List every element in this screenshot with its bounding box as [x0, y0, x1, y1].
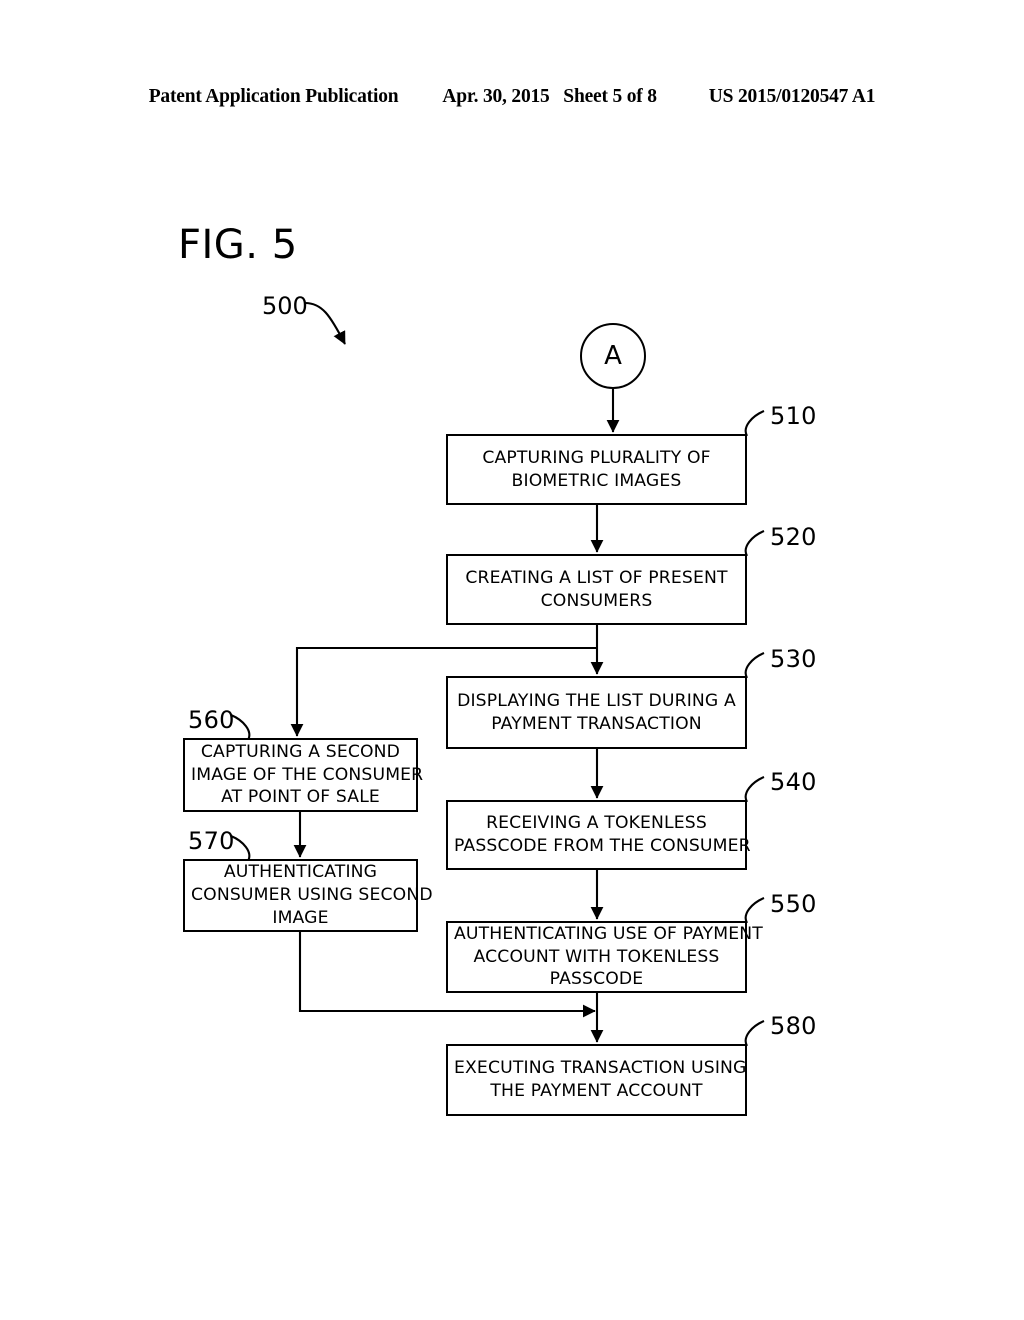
leader-510: [744, 410, 765, 437]
connector-a: A: [580, 323, 646, 389]
reference-numeral-520: 520: [770, 523, 817, 551]
process-box-580-line-2: THE PAYMENT ACCOUNT: [490, 1081, 703, 1101]
process-box-560-line-1: CAPTURING A SECOND: [200, 741, 401, 762]
process-box-560: CAPTURING A SECOND IMAGE OF THE CONSUMER…: [183, 738, 424, 812]
reference-numeral-530: 530: [770, 645, 817, 673]
process-box-540-line-2: PASSCODE FROM THE CONSUMER: [454, 836, 751, 856]
process-box-550-line-3: PASSCODE: [549, 969, 644, 990]
process-box-570: AUTHENTICATING CONSUMER USING SECOND IMA…: [183, 859, 433, 932]
connector-a-label: A: [604, 341, 622, 371]
process-box-510-line-2: BIOMETRIC IMAGES: [511, 470, 682, 491]
leader-580: [744, 1020, 765, 1047]
process-box-510-line-1: CAPTURING PLURALITY OF: [482, 447, 711, 468]
process-box-520: CREATING A LIST OF PRESENT CONSUMERS: [446, 554, 747, 625]
process-box-580-line-1: EXECUTING TRANSACTION USING: [454, 1058, 747, 1079]
process-box-530-line-2: PAYMENT TRANSACTION: [491, 713, 702, 734]
process-box-540-line-1: RECEIVING A TOKENLESS: [486, 813, 707, 834]
process-box-550-line-2: ACCOUNT WITH TOKENLESS: [473, 946, 720, 967]
leader-550: [744, 897, 765, 924]
process-box-560-line-2: IMAGE OF THE CONSUMER: [191, 764, 424, 785]
process-box-560-line-3: AT POINT OF SALE: [221, 787, 380, 808]
reference-numeral-580: 580: [770, 1012, 817, 1040]
process-box-540: RECEIVING A TOKENLESS PASSCODE FROM THE …: [446, 800, 751, 870]
reference-numeral-510: 510: [770, 402, 817, 430]
process-box-570-line-2: CONSUMER USING SECOND: [191, 885, 433, 906]
leader-530: [744, 652, 765, 679]
leader-540: [744, 776, 765, 803]
reference-numeral-550: 550: [770, 890, 817, 918]
process-box-520-line-1: CREATING A LIST OF PRESENT: [465, 567, 728, 588]
reference-numeral-570: 570: [188, 827, 235, 855]
process-box-530-line-1: DISPLAYING THE LIST DURING A: [457, 690, 736, 711]
reference-numeral-540: 540: [770, 768, 817, 796]
process-box-570-line-1: AUTHENTICATING: [223, 862, 378, 883]
reference-numeral-560: 560: [188, 706, 235, 734]
process-box-510: CAPTURING PLURALITY OF BIOMETRIC IMAGES: [446, 434, 747, 505]
leader-500: [304, 301, 346, 345]
process-box-550-line-1: AUTHENTICATING USE OF PAYMENT: [454, 923, 763, 944]
process-box-520-line-2: CONSUMERS: [540, 590, 653, 611]
process-box-530: DISPLAYING THE LIST DURING A PAYMENT TRA…: [446, 676, 747, 749]
process-box-580: EXECUTING TRANSACTION USING THE PAYMENT …: [446, 1044, 747, 1116]
flowchart-connector-layer: [230, 301, 765, 1047]
leader-520: [744, 530, 765, 557]
process-box-550: AUTHENTICATING USE OF PAYMENT ACCOUNT WI…: [446, 921, 763, 993]
process-box-570-line-3: IMAGE: [272, 907, 329, 928]
